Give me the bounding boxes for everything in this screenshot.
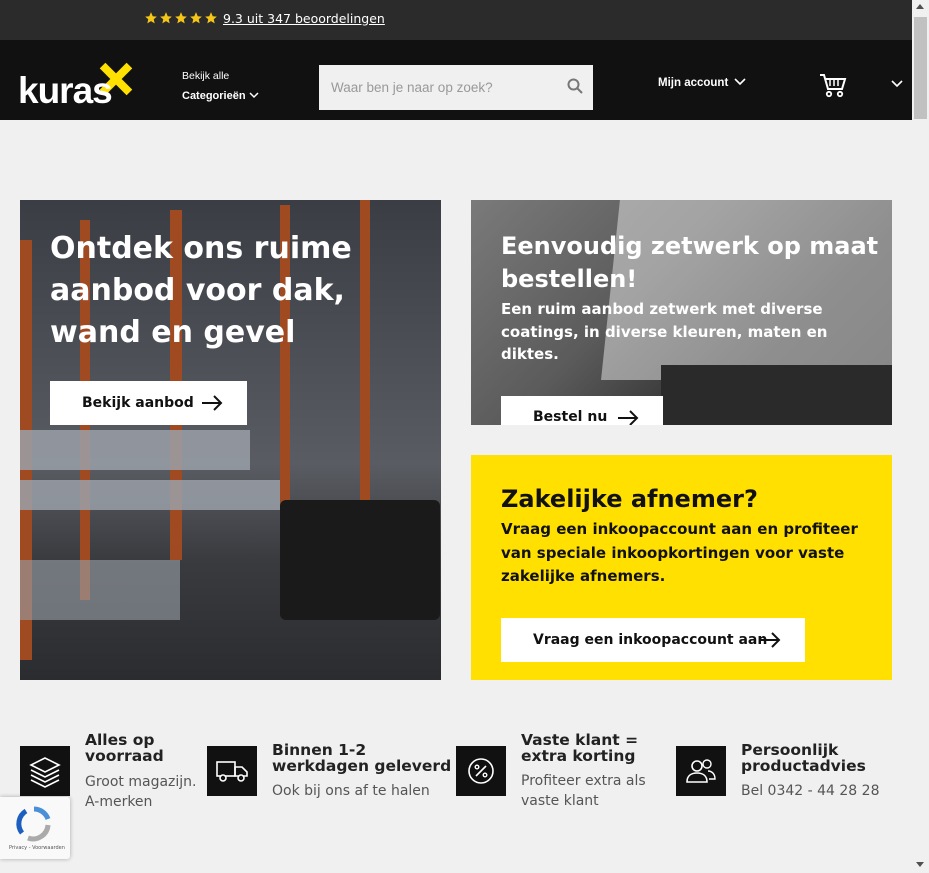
search-icon[interactable] bbox=[567, 78, 583, 94]
request-account-label: Vraag een inkoopaccount aan bbox=[533, 632, 768, 648]
categories-small-label[interactable]: Bekijk alle bbox=[182, 70, 229, 82]
arrow-right-icon bbox=[202, 395, 223, 411]
scroll-up-icon[interactable] bbox=[915, 3, 925, 11]
laptop-keyboard bbox=[661, 365, 892, 425]
rating-stars bbox=[144, 11, 218, 25]
custom-work-title: Eenvoudig zetwerk op maat bestellen! bbox=[501, 232, 879, 293]
arrow-right-icon bbox=[618, 410, 639, 425]
logo-text[interactable]: kuras bbox=[18, 70, 113, 112]
star-icon bbox=[160, 12, 172, 24]
metal-sheets bbox=[20, 480, 280, 510]
star-icon bbox=[205, 12, 217, 24]
chevron-down-icon bbox=[249, 92, 259, 99]
view-offer-button[interactable]: Bekijk aanbod bbox=[50, 381, 247, 425]
feature-subtitle: Bel 0342 - 44 28 28 bbox=[741, 783, 880, 799]
scrollbar[interactable] bbox=[912, 0, 929, 873]
rating-link[interactable]: 9.3 uit 347 beoordelingen bbox=[223, 11, 385, 26]
layers-icon bbox=[20, 746, 70, 796]
feature-title: Binnen 1-2 werkdagen geleverd bbox=[272, 741, 452, 775]
account-menu[interactable]: Mijn account bbox=[658, 77, 728, 89]
percent-icon bbox=[456, 746, 506, 796]
metal-sheets bbox=[20, 430, 250, 470]
order-now-button[interactable]: Bestel nu bbox=[501, 396, 663, 425]
scrollbar-thumb[interactable] bbox=[914, 17, 927, 119]
feature-subtitle: Groot magazijn. A-merken bbox=[85, 774, 197, 810]
categories-menu[interactable]: Categorieën bbox=[182, 90, 259, 102]
business-subtitle: Vraag een inkoopaccount aan en profiteer… bbox=[501, 520, 858, 585]
star-icon bbox=[175, 12, 187, 24]
forklift bbox=[280, 500, 440, 620]
recaptcha-terms[interactable]: Privacy - Voorwaarden bbox=[9, 845, 65, 851]
star-icon bbox=[145, 12, 157, 24]
scroll-down-icon[interactable] bbox=[915, 860, 925, 868]
feature-title: Persoonlijk productadvies bbox=[741, 741, 866, 775]
business-customer-block: Zakelijke afnemer? Vraag een inkoopaccou… bbox=[471, 455, 892, 680]
arrow-right-icon bbox=[760, 632, 781, 648]
business-title: Zakelijke afnemer? bbox=[501, 485, 758, 513]
hero-title: Ontdek ons ruime aanbod voor dak, wand e… bbox=[50, 231, 352, 350]
feature-subtitle: Profiteer extra als vaste klant bbox=[521, 773, 646, 809]
feature-subtitle: Ook bij ons af te halen bbox=[272, 783, 430, 799]
order-now-label: Bestel nu bbox=[533, 409, 608, 425]
metal-sheets bbox=[20, 560, 180, 620]
people-icon bbox=[676, 746, 726, 796]
custom-work-subtitle: Een ruim aanbod zetwerk met diverse coat… bbox=[501, 300, 828, 363]
cart-icon[interactable] bbox=[819, 73, 847, 99]
search-placeholder: Waar ben je naar op zoek? bbox=[331, 80, 493, 95]
star-icon bbox=[190, 12, 202, 24]
feature-title: Vaste klant = extra korting bbox=[521, 731, 639, 765]
recaptcha-badge[interactable]: Privacy - Voorwaarden bbox=[0, 797, 70, 859]
truck-icon bbox=[207, 746, 257, 796]
chevron-down-icon[interactable] bbox=[734, 76, 746, 88]
recaptcha-icon bbox=[16, 806, 51, 842]
feature-title: Alles op voorraad bbox=[85, 731, 164, 765]
view-offer-label: Bekijk aanbod bbox=[82, 395, 194, 411]
hero-custom-work-banner[interactable]: Eenvoudig zetwerk op maat bestellen! Een… bbox=[471, 200, 892, 425]
main-header: kuras Bekijk alle Categorieën Waar ben j… bbox=[0, 40, 912, 120]
chevron-down-icon[interactable] bbox=[891, 80, 903, 89]
rating-bar: 9.3 uit 347 beoordelingen bbox=[0, 0, 912, 40]
hero-warehouse-banner[interactable]: Ontdek ons ruime aanbod voor dak, wand e… bbox=[20, 200, 441, 680]
request-account-button[interactable]: Vraag een inkoopaccount aan bbox=[501, 618, 805, 662]
categories-label: Categorieën bbox=[182, 90, 246, 102]
